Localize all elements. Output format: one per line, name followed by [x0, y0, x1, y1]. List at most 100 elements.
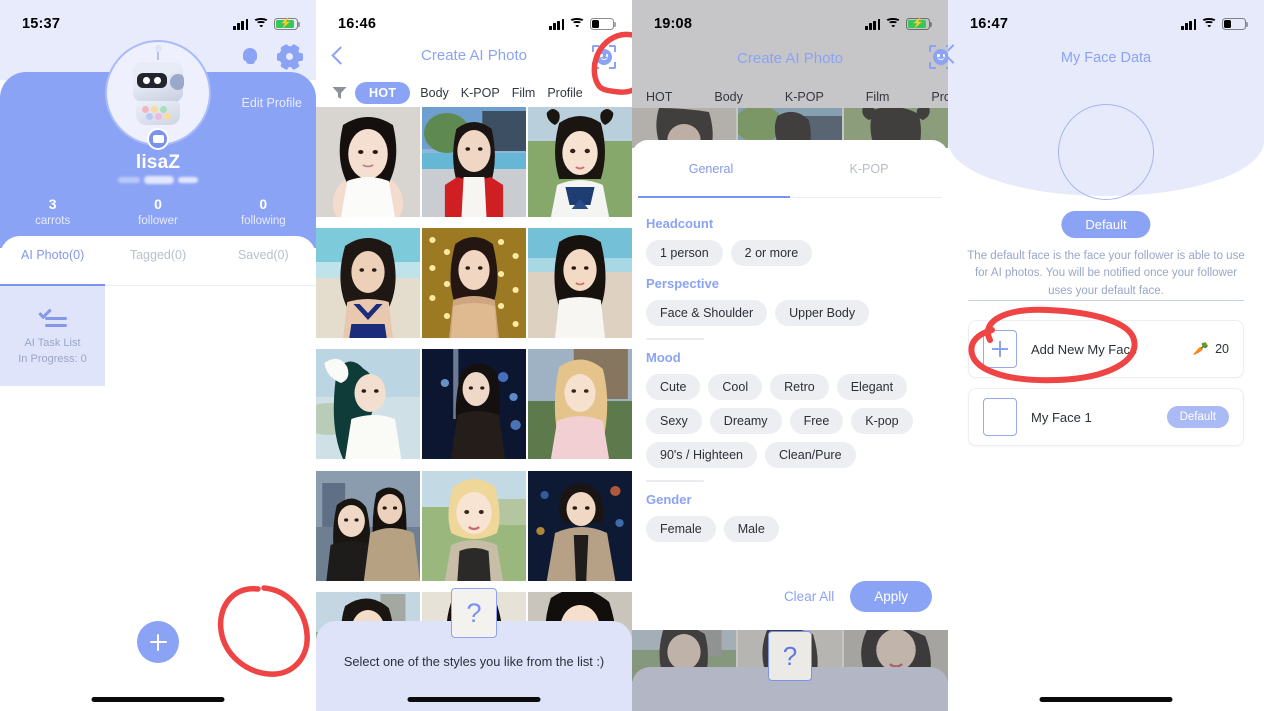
wifi-icon — [885, 18, 901, 30]
grid-photo[interactable] — [422, 349, 526, 460]
home-indicator-1 — [91, 697, 225, 702]
grid-photo[interactable] — [528, 107, 632, 217]
option-chip[interactable]: Dreamy — [709, 408, 782, 434]
grid-photo[interactable] — [316, 228, 420, 339]
stat-label: carrots — [35, 214, 71, 227]
stat-carrots[interactable]: 3 carrots — [0, 196, 105, 229]
default-badge[interactable]: Default — [1166, 406, 1229, 428]
option-chip[interactable]: 1 person — [646, 240, 723, 266]
back-chevron-icon[interactable] — [330, 48, 346, 64]
home-indicator-2 — [407, 697, 541, 702]
funnel-icon[interactable] — [332, 86, 347, 100]
category-hot[interactable]: HOT — [644, 90, 674, 104]
checklist-icon — [37, 305, 67, 329]
face-scan-icon[interactable] — [929, 45, 948, 69]
bell-icon[interactable] — [241, 46, 259, 66]
battery-icon — [1222, 18, 1249, 30]
status-time: 16:46 — [338, 16, 377, 32]
tab-general[interactable]: General — [632, 162, 790, 192]
grid-photo[interactable] — [422, 470, 526, 581]
stat-value: 3 — [48, 196, 57, 212]
option-chip[interactable]: 2 or more — [730, 240, 813, 266]
face-thumbnail — [983, 398, 1017, 436]
wifi-icon — [569, 18, 585, 30]
stat-follower[interactable]: 0 follower — [105, 196, 210, 229]
grid-photo[interactable] — [422, 228, 526, 339]
grid-photo[interactable] — [528, 470, 632, 581]
back-chevron-icon[interactable] — [948, 45, 960, 63]
grid-photo[interactable] — [422, 107, 526, 217]
category-hot[interactable]: HOT — [355, 82, 411, 104]
battery-icon: ⚡ — [274, 18, 301, 30]
category-film[interactable]: Film — [864, 90, 892, 104]
add-new-face-row[interactable]: Add New My Face 🥕 20 — [968, 320, 1244, 378]
option-chip[interactable]: Cool — [708, 374, 763, 400]
option-chip[interactable]: Sexy — [646, 408, 702, 434]
section-title-gender: Gender — [646, 492, 692, 507]
gear-icon[interactable] — [276, 43, 303, 70]
cellular-signal-icon — [865, 18, 881, 30]
face-preview-circle — [1058, 104, 1154, 200]
edit-profile-button[interactable]: Edit Profile — [242, 96, 302, 110]
category-profile[interactable]: Pro — [929, 90, 948, 104]
question-mark: ? — [782, 640, 798, 671]
apply-button[interactable]: Apply — [850, 580, 932, 612]
section-title-mood: Mood — [646, 350, 681, 365]
status-bar-3: 19:08 ⚡ — [632, 0, 948, 40]
clear-all-button[interactable]: Clear All — [784, 589, 834, 604]
category-body[interactable]: Body — [418, 86, 451, 100]
section-divider — [968, 300, 1244, 302]
background-bottom-area: ? — [632, 630, 948, 711]
avatar-camera-badge[interactable] — [147, 128, 169, 150]
option-chip[interactable]: Clean/Pure — [765, 442, 856, 468]
profile-stats: 3 carrots 0 follower 0 following — [0, 196, 316, 229]
grid-photo[interactable] — [528, 349, 632, 460]
category-film[interactable]: Film — [510, 86, 538, 100]
ai-task-list-card[interactable]: AI Task List In Progress: 0 — [0, 286, 105, 386]
stat-value: 0 — [259, 196, 268, 212]
battery-icon — [590, 18, 617, 30]
option-chip[interactable]: K-pop — [851, 408, 913, 434]
category-kpop[interactable]: K-POP — [783, 90, 826, 104]
filter-options-body: Headcount 1 person 2 or more Perspective… — [632, 206, 948, 630]
option-chip[interactable]: Face & Shoulder — [646, 300, 768, 326]
question-placeholder-card: ? — [451, 588, 497, 638]
stat-following[interactable]: 0 following — [211, 196, 316, 229]
option-chip[interactable]: 90's / Highteen — [646, 442, 757, 468]
default-face-pill[interactable]: Default — [1061, 211, 1151, 238]
section-divider — [646, 338, 704, 340]
category-body[interactable]: Body — [712, 90, 745, 104]
task-card-subtitle: In Progress: 0 — [18, 353, 87, 365]
tab-kpop[interactable]: K-POP — [790, 162, 948, 192]
option-chip[interactable]: Upper Body — [775, 300, 870, 326]
question-mark: ? — [466, 597, 482, 628]
status-bar-1: 15:37 ⚡ — [0, 0, 316, 40]
grid-photo[interactable] — [316, 470, 420, 581]
tab-tagged[interactable]: Tagged(0) — [105, 248, 210, 282]
grid-photo[interactable] — [316, 349, 420, 460]
my-face-row[interactable]: My Face 1 Default — [968, 388, 1244, 446]
status-bar-4: 16:47 — [948, 0, 1264, 40]
option-chip[interactable]: Female — [646, 516, 716, 542]
option-chip[interactable]: Free — [789, 408, 844, 434]
tab-ai-photo[interactable]: AI Photo(0) — [0, 248, 105, 282]
create-fab-wrap — [137, 621, 179, 663]
face-scan-icon[interactable] — [592, 45, 616, 69]
carrot-cost-value: 20 — [1215, 342, 1229, 356]
filter-tabs: General K-POP — [632, 162, 948, 192]
create-fab-button[interactable] — [137, 621, 179, 663]
category-kpop[interactable]: K-POP — [459, 86, 502, 100]
grid-photo[interactable] — [528, 228, 632, 339]
option-chip[interactable]: Male — [723, 516, 779, 542]
category-profile[interactable]: Profile — [545, 86, 584, 100]
avatar[interactable] — [105, 40, 211, 150]
tab-saved[interactable]: Saved(0) — [211, 248, 316, 282]
option-chip[interactable]: Retro — [770, 374, 829, 400]
option-chip[interactable]: Cute — [646, 374, 701, 400]
option-chip[interactable]: Elegant — [836, 374, 908, 400]
screenshot-stage: 15:37 ⚡ Edit Profile lisaZ 3 carrots 0 f… — [0, 0, 1264, 711]
grid-photo[interactable] — [316, 107, 420, 217]
options-perspective: Face & Shoulder Upper Body — [646, 300, 934, 326]
panel-profile: 15:37 ⚡ Edit Profile lisaZ 3 carrots 0 f… — [0, 0, 316, 711]
tab-active-indicator — [0, 284, 105, 287]
